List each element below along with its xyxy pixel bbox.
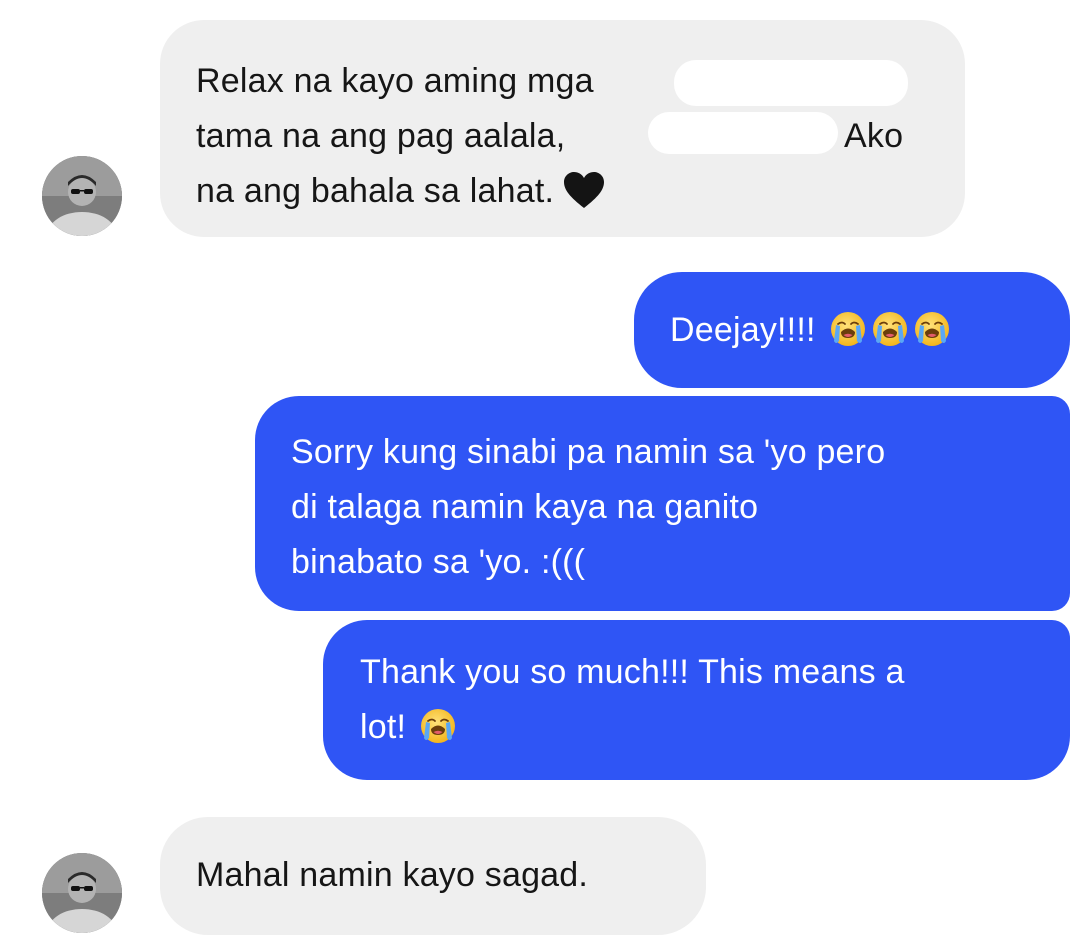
- message-text-fragment: Ako: [844, 117, 904, 155]
- outgoing-message-bubble[interactable]: Sorry kung sinabi pa namin sa 'yo pero d…: [255, 396, 1070, 611]
- message-text-line: binabato sa 'yo. :(((: [291, 543, 586, 581]
- loudly-crying-face-icon: [872, 311, 908, 347]
- message-text-line: Thank you so much!!! This means a: [360, 653, 905, 691]
- loudly-crying-face-icon: [420, 708, 456, 744]
- black-heart-icon: [564, 172, 605, 208]
- incoming-message-bubble[interactable]: Relax na kayo aming mga tama na ang pag …: [160, 20, 965, 237]
- loudly-crying-face-icon: [830, 311, 866, 347]
- message-text-line: Mahal namin kayo sagad.: [196, 856, 589, 894]
- message-text-line: Sorry kung sinabi pa namin sa 'yo pero: [291, 433, 886, 471]
- message-text-line: na ang bahala sa lahat.: [196, 164, 965, 219]
- outgoing-message-bubble[interactable]: Deejay!!!!: [634, 272, 1070, 388]
- message-text-line: lot!: [360, 700, 1070, 755]
- loudly-crying-face-icon: [914, 311, 950, 347]
- avatar-photo-icon: [42, 156, 122, 236]
- incoming-message-bubble[interactable]: Mahal namin kayo sagad.: [160, 817, 706, 935]
- avatar-photo-icon: [42, 853, 122, 933]
- message-text: na ang bahala sa lahat.: [196, 172, 555, 210]
- contact-avatar[interactable]: [42, 853, 122, 933]
- contact-avatar[interactable]: [42, 156, 122, 236]
- message-text: Deejay!!!!: [670, 311, 816, 349]
- message-text-line: Deejay!!!!: [670, 303, 1070, 358]
- redacted-region: [674, 60, 908, 106]
- message-text: lot!: [360, 708, 407, 746]
- message-text-line: di talaga namin kaya na ganito: [291, 488, 759, 526]
- outgoing-message-bubble[interactable]: Thank you so much!!! This means a lot!: [323, 620, 1070, 780]
- redacted-region: [648, 112, 838, 154]
